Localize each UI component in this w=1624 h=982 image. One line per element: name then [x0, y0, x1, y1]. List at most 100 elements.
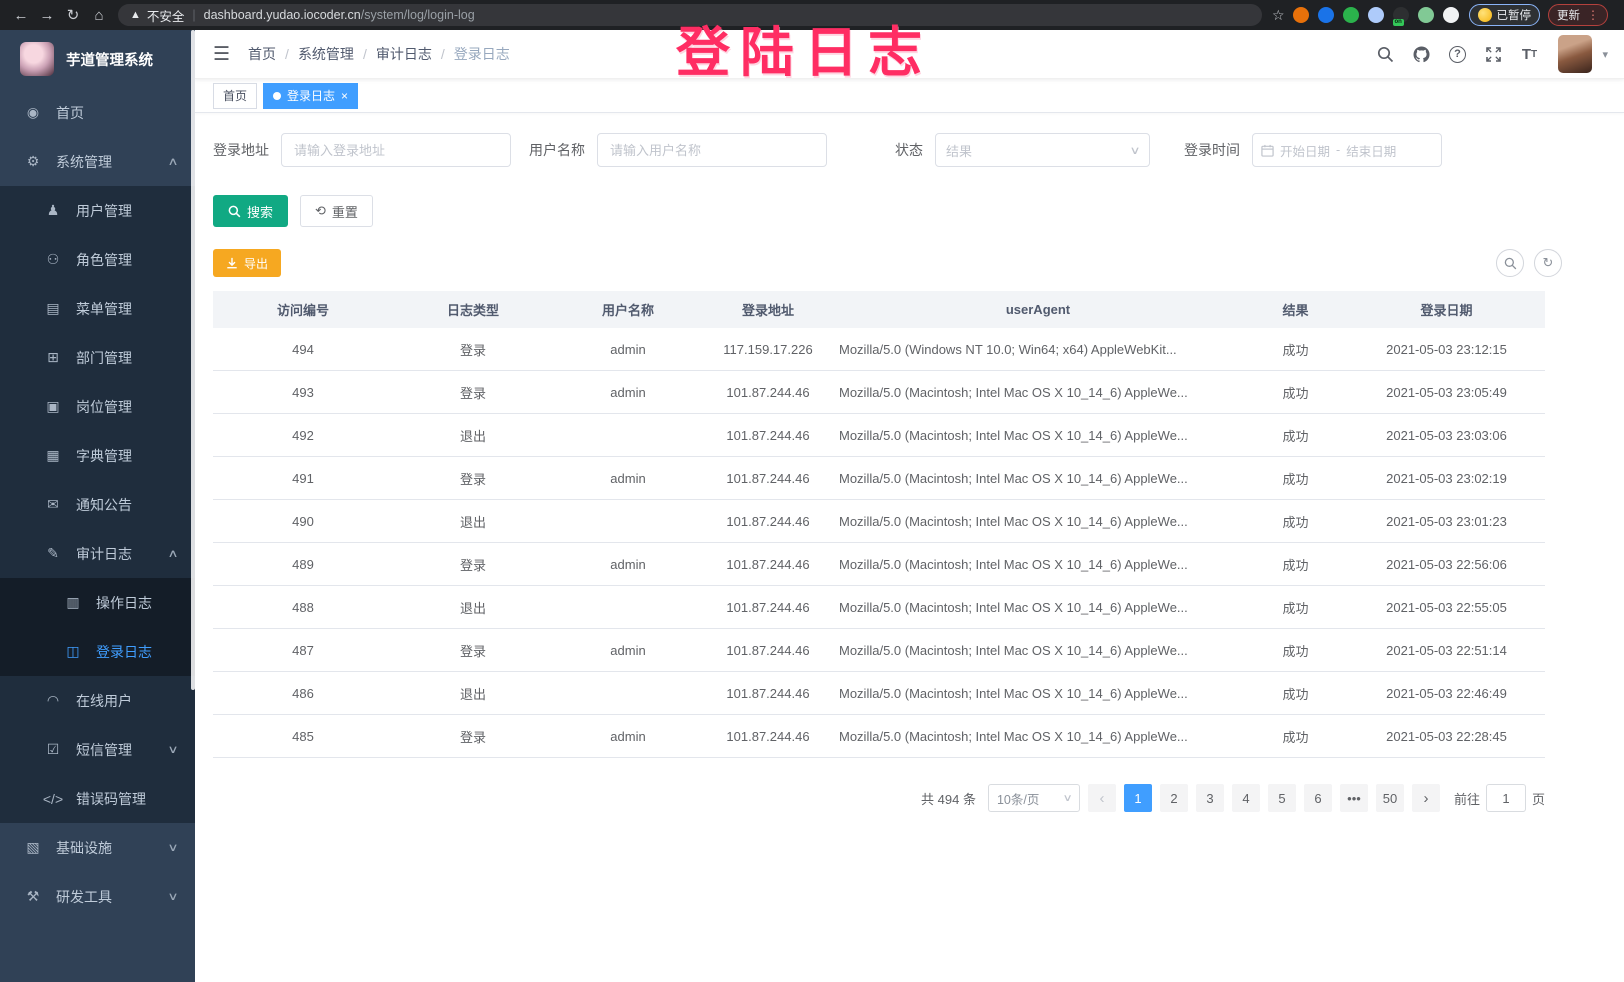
- extension-icon[interactable]: [1343, 7, 1359, 23]
- sidebar-item-短信管理[interactable]: ☑短信管理∨: [0, 725, 195, 774]
- login-time-range-picker[interactable]: 开始日期 - 结束日期: [1252, 133, 1442, 167]
- sidebar-item-角色管理[interactable]: ⚇角色管理: [0, 235, 195, 284]
- refresh-button[interactable]: ↻: [1534, 249, 1562, 277]
- extension-icon[interactable]: [1418, 7, 1434, 23]
- breadcrumb-item[interactable]: 审计日志: [376, 44, 432, 64]
- page-size-select[interactable]: 10条/页 ∨: [988, 784, 1080, 812]
- page-ellipsis[interactable]: •••: [1340, 784, 1368, 812]
- puzzle-icon[interactable]: [1443, 7, 1459, 23]
- column-header: 结果: [1243, 300, 1348, 319]
- table-row[interactable]: 488退出101.87.244.46Mozilla/5.0 (Macintosh…: [213, 586, 1545, 629]
- search-icon[interactable]: [1372, 41, 1398, 67]
- filter-form: 登录地址 用户名称 状态 结果 ∨ 登录时间 开始日期 - 结束日期: [213, 133, 1624, 167]
- sidebar-item-审计日志[interactable]: ✎审计日志∧: [0, 529, 195, 578]
- reset-button[interactable]: ⟲ 重置: [300, 195, 373, 227]
- page-button-3[interactable]: 3: [1196, 784, 1224, 812]
- tag-home[interactable]: 首页: [213, 83, 257, 109]
- close-icon[interactable]: ×: [341, 89, 348, 103]
- login-address-input[interactable]: [281, 133, 511, 167]
- sidebar-item-错误码管理[interactable]: </>错误码管理: [0, 774, 195, 823]
- github-icon[interactable]: [1408, 41, 1434, 67]
- browser-menu-icon[interactable]: ⋮: [1587, 8, 1599, 22]
- page-button-4[interactable]: 4: [1232, 784, 1260, 812]
- profile-paused-chip[interactable]: 已暂停: [1469, 4, 1541, 26]
- sidebar-item-系统管理[interactable]: ⚙系统管理∧: [0, 137, 195, 186]
- browser-update-button[interactable]: 更新 ⋮: [1548, 4, 1608, 26]
- page-button-50[interactable]: 50: [1376, 784, 1404, 812]
- page-button-5[interactable]: 5: [1268, 784, 1296, 812]
- sidebar-scrollbar[interactable]: [191, 30, 195, 690]
- extension-icon[interactable]: [1318, 7, 1334, 23]
- table-cell: 492: [213, 428, 393, 443]
- sidebar-item-通知公告[interactable]: ✉通知公告: [0, 480, 195, 529]
- table-cell: 登录: [393, 641, 553, 660]
- table-cell: 493: [213, 385, 393, 400]
- sidebar-logo-row[interactable]: 芋道管理系统: [0, 30, 195, 88]
- table-cell: 101.87.244.46: [703, 729, 833, 744]
- tag-login-log[interactable]: 登录日志 ×: [263, 83, 358, 109]
- search-button[interactable]: 搜索: [213, 195, 288, 227]
- table-cell: 101.87.244.46: [703, 600, 833, 615]
- table-row[interactable]: 489登录admin101.87.244.46Mozilla/5.0 (Maci…: [213, 543, 1545, 586]
- extension-icon[interactable]: [1368, 7, 1384, 23]
- table-cell: admin: [553, 643, 703, 658]
- username-input[interactable]: [597, 133, 827, 167]
- table-cell: 494: [213, 342, 393, 357]
- sidebar-item-在线用户[interactable]: ◠在线用户: [0, 676, 195, 725]
- extension-icon[interactable]: on: [1393, 7, 1409, 23]
- goto-page-input[interactable]: [1486, 784, 1526, 812]
- sidebar-item-研发工具[interactable]: ⚒研发工具∨: [0, 872, 195, 921]
- sidebar-item-部门管理[interactable]: ⊞部门管理: [0, 333, 195, 382]
- table-row[interactable]: 487登录admin101.87.244.46Mozilla/5.0 (Maci…: [213, 629, 1545, 672]
- page-button-1[interactable]: 1: [1124, 784, 1152, 812]
- back-icon[interactable]: ←: [8, 7, 34, 24]
- table-row[interactable]: 491登录admin101.87.244.46Mozilla/5.0 (Maci…: [213, 457, 1545, 500]
- sidebar-item-首页[interactable]: ◉首页: [0, 88, 195, 137]
- sidebar-item-基础设施[interactable]: ▧基础设施∨: [0, 823, 195, 872]
- toggle-search-button[interactable]: [1496, 249, 1524, 277]
- security-label[interactable]: 不安全: [147, 6, 185, 25]
- sidebar-item-字典管理[interactable]: ▦字典管理: [0, 431, 195, 480]
- sidebar-item-用户管理[interactable]: ♟用户管理: [0, 186, 195, 235]
- breadcrumb-item[interactable]: 系统管理: [298, 44, 354, 64]
- page-button-6[interactable]: 6: [1304, 784, 1332, 812]
- hamburger-icon[interactable]: ☰: [213, 43, 230, 66]
- font-size-icon[interactable]: TT: [1516, 41, 1542, 67]
- user-avatar[interactable]: [1558, 35, 1592, 73]
- table-header-row: 访问编号日志类型用户名称登录地址userAgent结果登录日期: [213, 291, 1545, 328]
- bookmark-star-icon[interactable]: ☆: [1272, 7, 1285, 24]
- reload-icon[interactable]: ↻: [60, 6, 86, 24]
- filter-label-username: 用户名称: [529, 140, 585, 160]
- prev-page-button[interactable]: ‹: [1088, 784, 1116, 812]
- extension-icon[interactable]: [1293, 7, 1309, 23]
- table-row[interactable]: 493登录admin101.87.244.46Mozilla/5.0 (Maci…: [213, 371, 1545, 414]
- sidebar-item-岗位管理[interactable]: ▣岗位管理: [0, 382, 195, 431]
- table-cell: Mozilla/5.0 (Macintosh; Intel Mac OS X 1…: [833, 385, 1243, 400]
- table-cell: 2021-05-03 23:05:49: [1348, 385, 1545, 400]
- status-select[interactable]: 结果 ∨: [935, 133, 1150, 167]
- sidebar-item-操作日志[interactable]: ▥操作日志: [0, 578, 195, 627]
- forward-icon[interactable]: →: [34, 7, 60, 24]
- table-cell: admin: [553, 471, 703, 486]
- sidebar-item-菜单管理[interactable]: ▤菜单管理: [0, 284, 195, 333]
- download-icon: [226, 257, 238, 269]
- export-button[interactable]: 导出: [213, 249, 281, 277]
- table-row[interactable]: 494登录admin117.159.17.226Mozilla/5.0 (Win…: [213, 328, 1545, 371]
- page-button-2[interactable]: 2: [1160, 784, 1188, 812]
- sidebar-item-登录日志[interactable]: ◫登录日志: [0, 627, 195, 676]
- table-row[interactable]: 486退出101.87.244.46Mozilla/5.0 (Macintosh…: [213, 672, 1545, 715]
- table-row[interactable]: 490退出101.87.244.46Mozilla/5.0 (Macintosh…: [213, 500, 1545, 543]
- table-cell: 490: [213, 514, 393, 529]
- table-row[interactable]: 485登录admin101.87.244.46Mozilla/5.0 (Maci…: [213, 715, 1545, 758]
- chevron-down-icon[interactable]: ▾: [1602, 48, 1608, 61]
- next-page-button[interactable]: ›: [1412, 784, 1440, 812]
- table-cell: 成功: [1243, 469, 1348, 488]
- table-cell: 成功: [1243, 512, 1348, 531]
- column-header: 访问编号: [213, 300, 393, 319]
- table-cell: 491: [213, 471, 393, 486]
- breadcrumb-item[interactable]: 首页: [248, 44, 276, 64]
- home-icon[interactable]: ⌂: [86, 7, 112, 24]
- fullscreen-icon[interactable]: [1480, 41, 1506, 67]
- table-row[interactable]: 492退出101.87.244.46Mozilla/5.0 (Macintosh…: [213, 414, 1545, 457]
- help-icon[interactable]: ?: [1444, 41, 1470, 67]
